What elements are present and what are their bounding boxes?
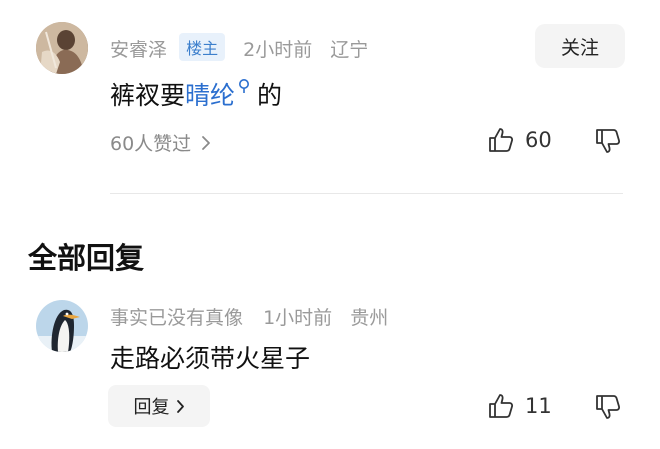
penguin-avatar-image [36,300,88,352]
keyword-link-text: 晴纶 [185,81,236,110]
comment-text: 裤衩要晴纶的 [110,76,282,112]
like-count: 60 [525,128,552,152]
reply-button-label: 回复 [133,397,170,418]
reply-text: 走路必须带火星子 [110,344,311,373]
reply-meta-row: 事实已没有真像 1小时前 贵州 [110,303,388,330]
author-avatar[interactable] [36,22,88,74]
like-button[interactable]: 60 [487,126,552,154]
thumbs-down-icon [594,393,622,421]
chevron-right-icon [201,135,211,151]
replies-section-title: 全部回复 [28,241,145,275]
search-icon [237,78,251,94]
comment-meta-row: 安睿泽 楼主 2小时前 辽宁 [110,33,368,62]
divider [110,193,623,194]
thumbs-up-icon [487,392,515,420]
thumbs-up-icon [487,126,515,154]
author-avatar-image [36,22,88,74]
reply-author-avatar[interactable] [36,300,88,352]
reply-dislike-button[interactable] [594,393,622,421]
likes-summary-link[interactable]: 60人赞过 [110,129,211,156]
reply-time: 1小时前 [263,307,333,329]
chevron-right-icon [176,399,185,414]
dislike-button[interactable] [594,127,622,155]
thumbs-down-icon [594,127,622,155]
reply-location: 贵州 [350,307,389,329]
comment-text-after: 的 [257,81,283,110]
reply-like-button[interactable]: 11 [487,392,552,420]
follow-button[interactable]: 关注 [535,24,625,68]
likes-summary-text: 60人赞过 [110,133,192,155]
comment-text-before: 裤衩要 [110,81,186,110]
reply-button[interactable]: 回复 [108,385,210,427]
keyword-link[interactable]: 晴纶 [185,78,251,110]
author-name[interactable]: 安睿泽 [110,39,167,61]
op-badge: 楼主 [179,33,226,61]
reply-like-count: 11 [525,394,552,418]
comment-time: 2小时前 [243,39,313,61]
comment-location: 辽宁 [330,39,369,61]
reply-author-name[interactable]: 事实已没有真像 [110,307,243,329]
follow-button-label: 关注 [560,36,599,59]
